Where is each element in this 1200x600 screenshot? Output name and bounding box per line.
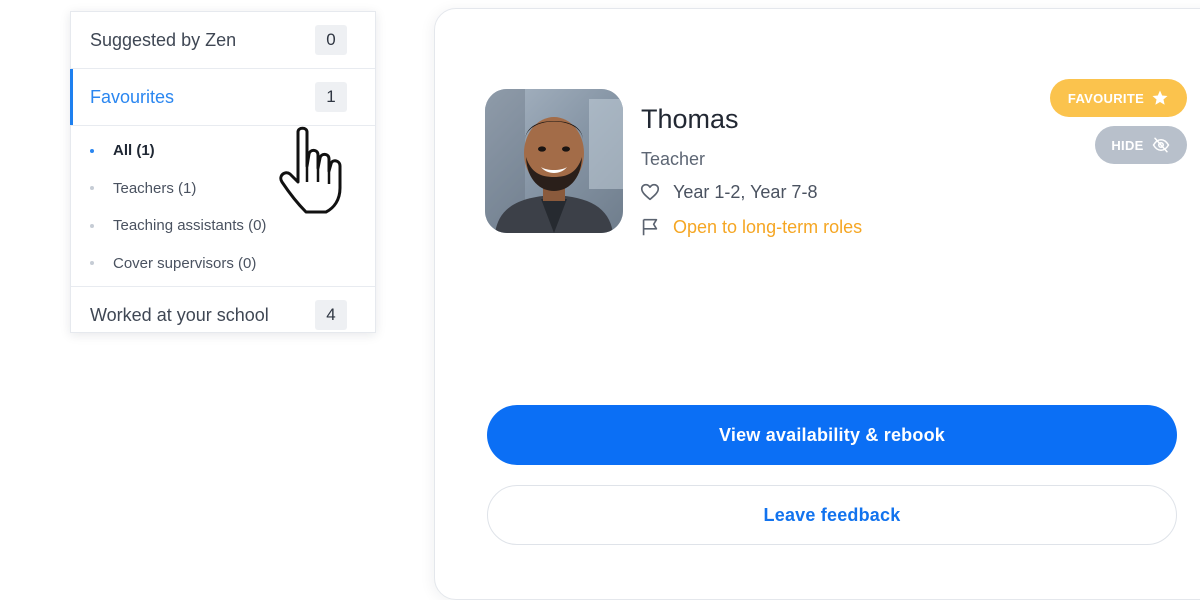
sub-filter-label: Cover supervisors (0) bbox=[113, 254, 257, 272]
filter-worked-at-your-school[interactable]: Worked at your school 4 bbox=[71, 286, 375, 343]
filter-favourites[interactable]: Favourites 1 bbox=[70, 69, 375, 126]
sub-filter-label: Teachers (1) bbox=[113, 179, 197, 197]
bullet-dot bbox=[90, 223, 94, 228]
filter-label: Suggested by Zen bbox=[90, 29, 237, 50]
filter-suggested-by-zen[interactable]: Suggested by Zen 0 bbox=[71, 12, 375, 69]
leave-feedback-button[interactable]: Leave feedback bbox=[487, 485, 1177, 545]
hide-label: HIDE bbox=[1111, 137, 1144, 153]
count-badge: 4 bbox=[315, 300, 347, 330]
teacher-role: Teacher bbox=[641, 149, 706, 169]
year-groups-text: Year 1-2, Year 7-8 bbox=[673, 181, 818, 202]
avatar bbox=[485, 89, 623, 233]
bullet-dot bbox=[90, 261, 94, 266]
eye-slash-icon bbox=[1151, 136, 1171, 154]
teacher-card: Thomas Teacher Year 1-2, Year 7-8 Open t… bbox=[434, 8, 1200, 600]
bullet-dot bbox=[90, 186, 94, 191]
bullet-dot bbox=[90, 148, 94, 153]
heart-icon bbox=[639, 181, 661, 203]
sub-filter-label: All (1) bbox=[113, 142, 155, 160]
flag-icon bbox=[639, 216, 661, 238]
sub-filter-cover-supervisors[interactable]: Cover supervisors (0) bbox=[71, 245, 375, 283]
screen: Suggested by Zen 0 Favourites 1 All (1) … bbox=[0, 0, 1200, 600]
view-availability-rebook-button[interactable]: View availability & rebook bbox=[487, 405, 1177, 465]
long-term-text: Open to long-term roles bbox=[673, 216, 863, 237]
star-icon bbox=[1151, 89, 1169, 107]
hand-pointer-icon bbox=[276, 126, 350, 218]
filter-label: Favourites bbox=[90, 86, 175, 107]
count-badge: 1 bbox=[315, 82, 347, 112]
sub-filter-label: Teaching assistants (0) bbox=[113, 217, 267, 235]
hide-button[interactable]: HIDE bbox=[1095, 126, 1187, 164]
filter-label: Worked at your school bbox=[90, 304, 269, 325]
long-term-row: Open to long-term roles bbox=[639, 216, 862, 238]
count-badge: 0 bbox=[315, 25, 347, 55]
teacher-name: Thomas bbox=[641, 104, 739, 134]
favourite-button[interactable]: FAVOURITE bbox=[1050, 79, 1187, 117]
year-groups-row: Year 1-2, Year 7-8 bbox=[639, 181, 817, 203]
favourite-label: FAVOURITE bbox=[1067, 90, 1145, 106]
